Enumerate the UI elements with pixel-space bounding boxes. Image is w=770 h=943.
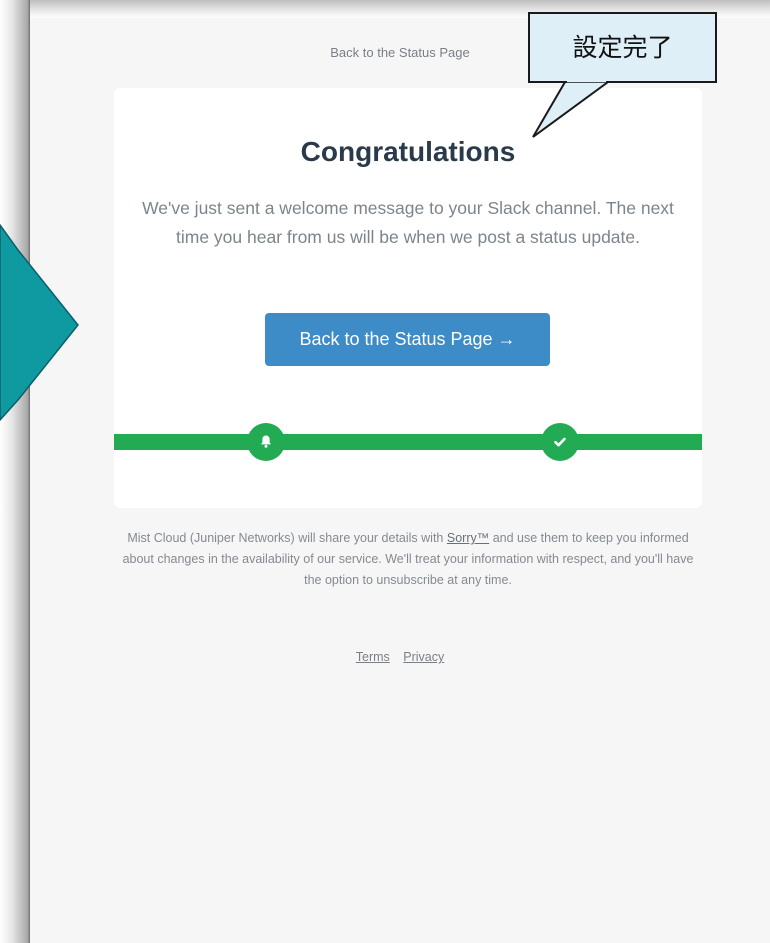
window-shadow-left: [0, 0, 30, 943]
footer-links: Terms Privacy: [30, 650, 770, 664]
status-page-viewport: Back to the Status Page Congratulations …: [30, 18, 770, 943]
bell-icon: [261, 435, 271, 448]
sorry-brand-link[interactable]: Sorry™: [447, 531, 489, 545]
disclaimer-text-start: Mist Cloud (Juniper Networks) will share…: [127, 531, 447, 545]
check-icon: [554, 437, 566, 447]
terms-link[interactable]: Terms: [356, 650, 390, 664]
setup-complete-callout: 設定完了: [528, 12, 717, 83]
confirmation-card: Congratulations We've just sent a welcom…: [114, 88, 702, 508]
progress-step-confirmed: [541, 423, 579, 461]
progress-step-subscribe: [247, 423, 285, 461]
privacy-disclaimer: Mist Cloud (Juniper Networks) will share…: [114, 528, 702, 591]
page-title: Congratulations: [300, 136, 516, 167]
confirmation-message: We've just sent a welcome message to you…: [142, 198, 674, 247]
progress-track: [114, 434, 702, 450]
back-to-status-button[interactable]: Back to the Status Page →: [265, 313, 550, 366]
privacy-link[interactable]: Privacy: [403, 650, 444, 664]
